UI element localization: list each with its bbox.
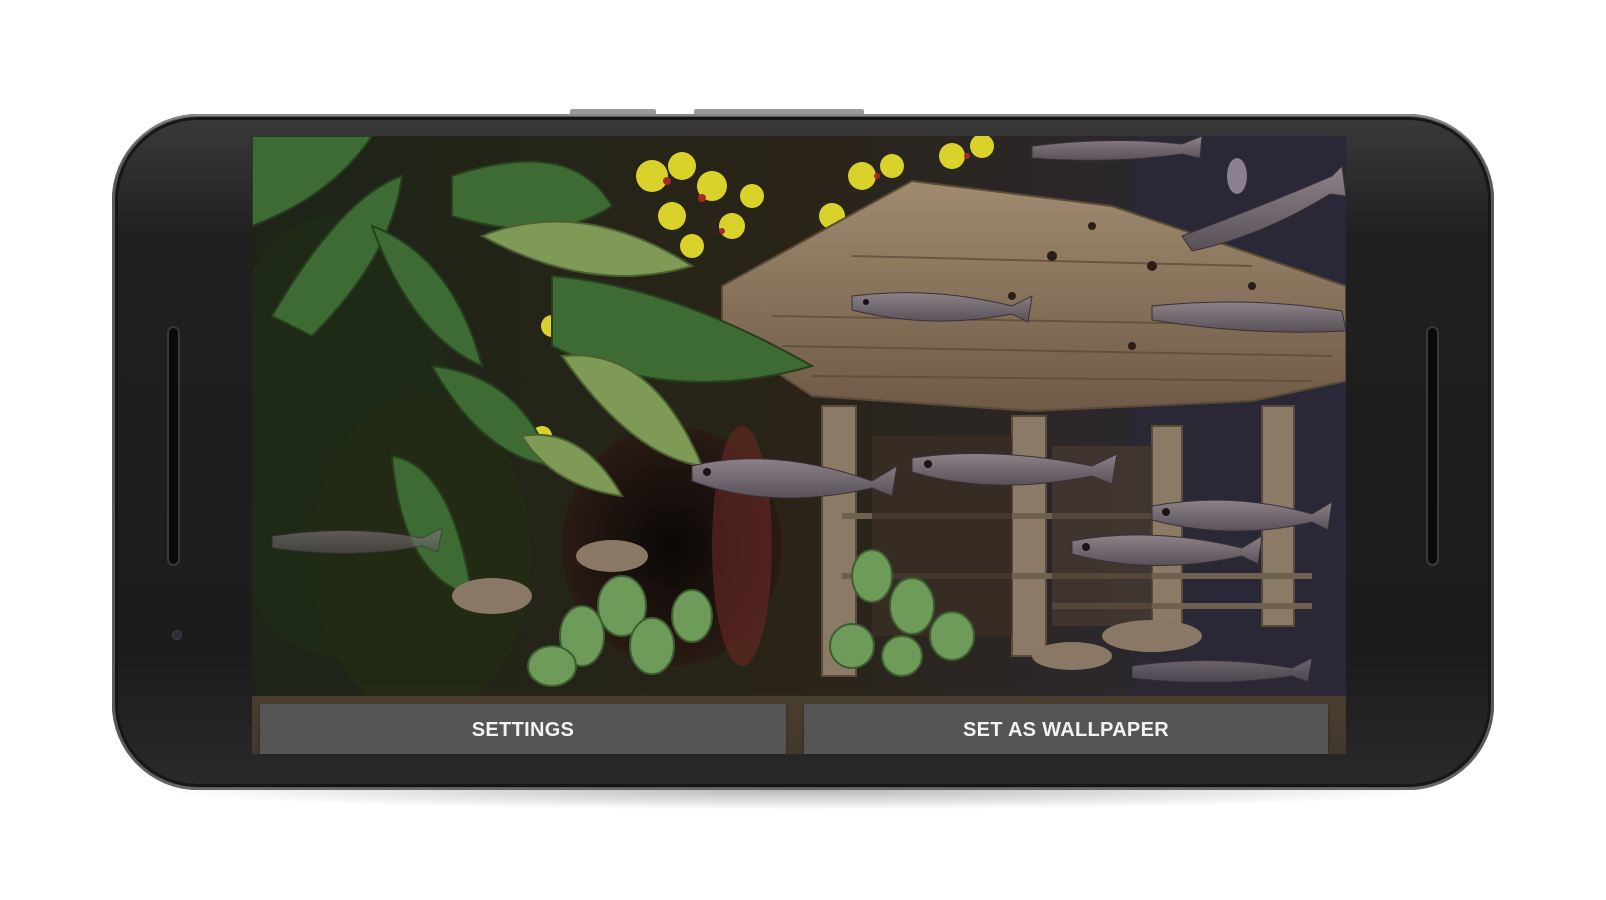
- phone-frame: SETTINGS SET AS WALLPAPER: [112, 109, 1494, 790]
- right-speaker-grille: [1426, 326, 1439, 566]
- settings-button-label: SETTINGS: [471, 718, 575, 741]
- aquarium-wallpaper-preview: [252, 136, 1346, 754]
- front-camera: [172, 630, 182, 640]
- volume-button: [694, 109, 864, 114]
- phone-screen: SETTINGS SET AS WALLPAPER: [252, 136, 1346, 754]
- power-button: [570, 109, 656, 114]
- promo-stage: SETTINGS SET AS WALLPAPER: [0, 0, 1606, 900]
- set-as-wallpaper-button[interactable]: SET AS WALLPAPER: [804, 704, 1328, 754]
- left-speaker-grille: [167, 326, 180, 566]
- settings-button[interactable]: SETTINGS: [260, 704, 786, 754]
- set-as-wallpaper-button-label: SET AS WALLPAPER: [963, 718, 1169, 741]
